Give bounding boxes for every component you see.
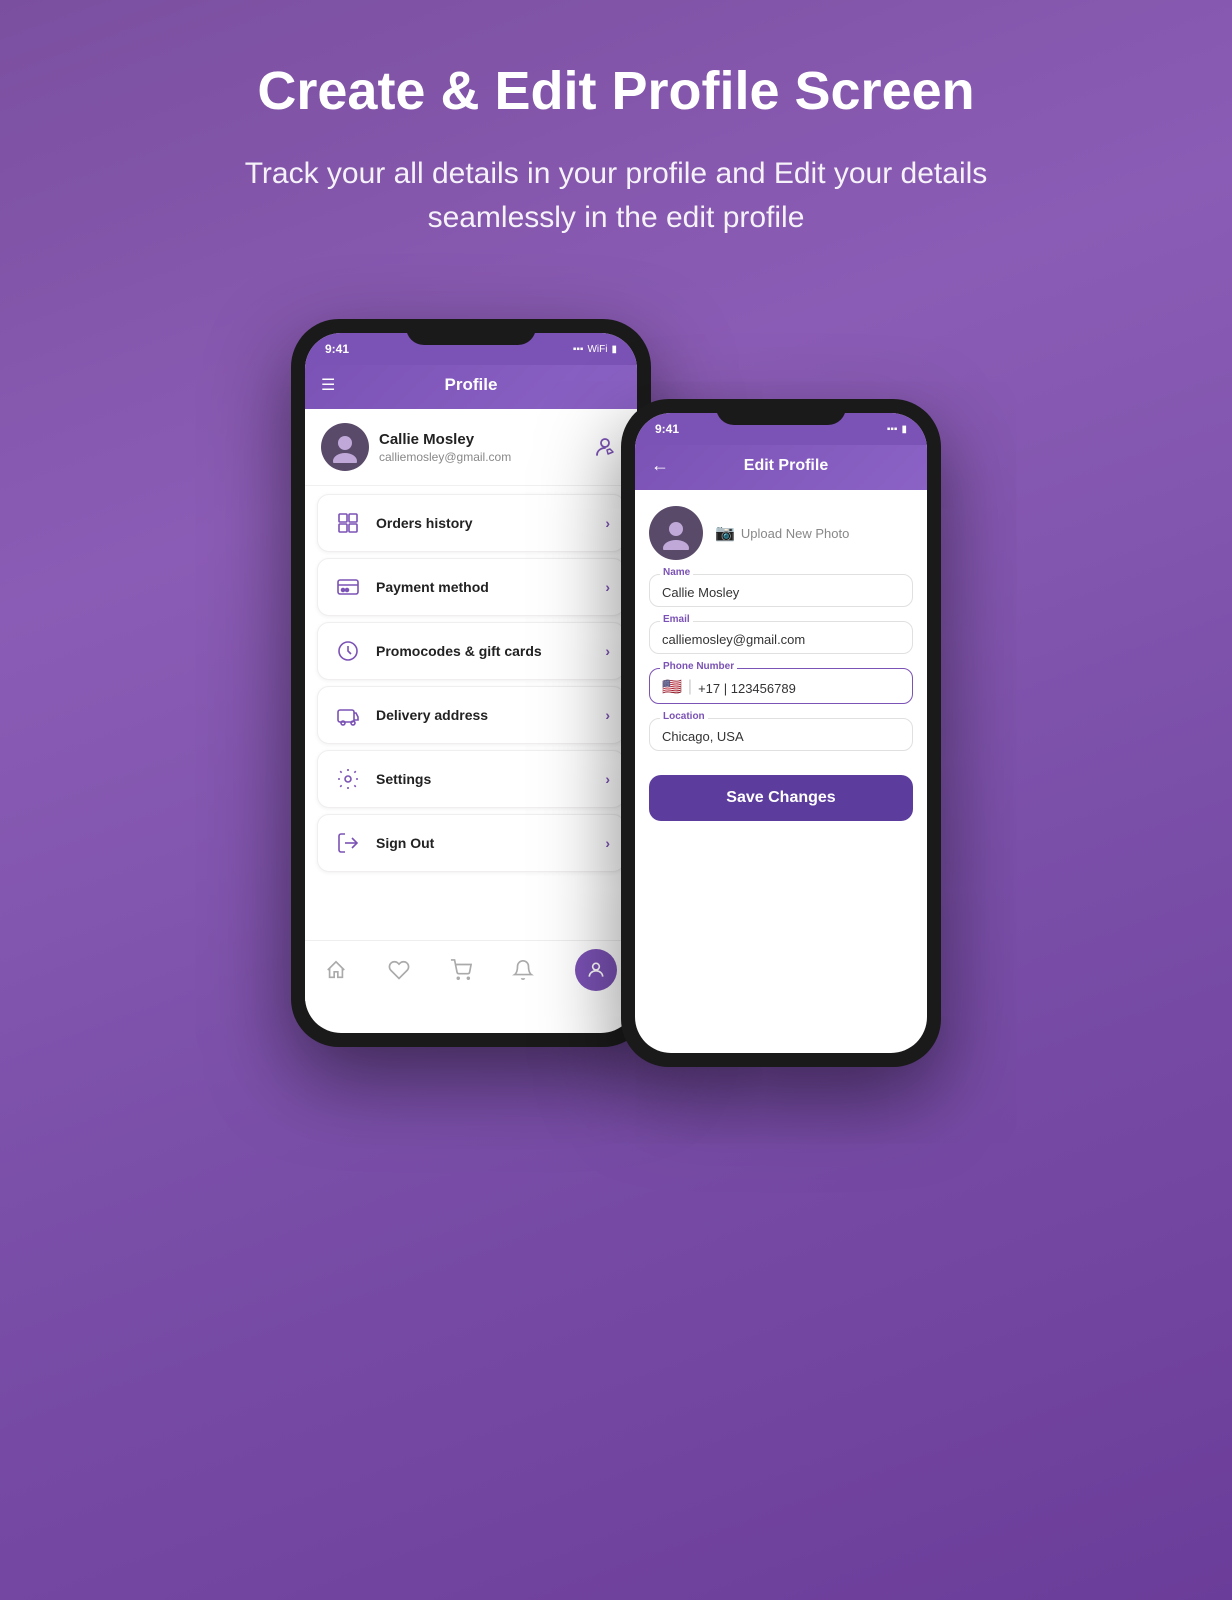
nav-notifications[interactable] <box>512 959 534 981</box>
email-field[interactable]: Email calliemosley@gmail.com <box>649 621 913 654</box>
phone-field-row: 🇺🇸 | +17 | 123456789 <box>662 677 900 697</box>
menu-item-signout[interactable]: Sign Out › <box>317 814 625 872</box>
phone-1-screen: 9:41 ▪▪▪ WiFi ▮ ☰ Profile <box>305 333 637 1033</box>
camera-icon: 📷 <box>715 523 735 543</box>
nav-profile-wrap <box>575 949 617 991</box>
status-icons-1: ▪▪▪ WiFi ▮ <box>573 344 617 355</box>
orders-label: Orders history <box>376 515 472 531</box>
promocodes-icon <box>332 635 364 667</box>
location-field-label: Location <box>660 711 708 722</box>
orders-icon <box>332 507 364 539</box>
phone-2: 9:41 ▪▪▪ ▮ ← Edit Profile <box>621 399 941 1067</box>
profile-left: Callie Mosley calliemosley@gmail.com <box>321 423 511 471</box>
settings-icon <box>332 763 364 795</box>
signout-chevron: › <box>605 835 610 851</box>
phones-container: 9:41 ▪▪▪ WiFi ▮ ☰ Profile <box>291 319 941 1067</box>
phone-field-label: Phone Number <box>660 661 737 672</box>
signal-icon: ▪▪▪ <box>573 344 584 355</box>
signal-icon-2: ▪▪▪ <box>887 424 898 435</box>
location-field[interactable]: Location Chicago, USA <box>649 718 913 751</box>
payment-chevron: › <box>605 579 610 595</box>
nav-favorites[interactable] <box>388 959 410 981</box>
promocodes-chevron: › <box>605 643 610 659</box>
app-header-1: ☰ Profile <box>305 365 637 409</box>
notch-1 <box>406 319 536 345</box>
delivery-icon <box>332 699 364 731</box>
name-field-label: Name <box>660 567 693 578</box>
flag-icon: 🇺🇸 <box>662 677 682 697</box>
photo-row: 📷 Upload New Photo <box>649 506 913 560</box>
email-field-value: calliemosley@gmail.com <box>662 630 900 647</box>
name-field[interactable]: Name Callie Mosley <box>649 574 913 607</box>
menu-item-payment[interactable]: Payment method › <box>317 558 625 616</box>
edit-profile-icon[interactable] <box>589 431 621 463</box>
menu-item-orders[interactable]: Orders history › <box>317 494 625 552</box>
save-changes-button[interactable]: Save Changes <box>649 775 913 821</box>
edit-header: ← Edit Profile <box>635 445 927 490</box>
profile-info: Callie Mosley calliemosley@gmail.com <box>379 431 511 464</box>
menu-item-promocodes[interactable]: Promocodes & gift cards › <box>317 622 625 680</box>
edit-body: 📷 Upload New Photo Name Callie Mosley Em… <box>635 490 927 837</box>
settings-label: Settings <box>376 771 431 787</box>
avatar <box>321 423 369 471</box>
page-title: Create & Edit Profile Screen <box>257 60 974 122</box>
phone-2-screen: 9:41 ▪▪▪ ▮ ← Edit Profile <box>635 413 927 1053</box>
location-field-value: Chicago, USA <box>662 727 900 744</box>
name-field-value: Callie Mosley <box>662 583 900 600</box>
upload-photo-button[interactable]: 📷 Upload New Photo <box>715 523 849 543</box>
page-subtitle: Track your all details in your profile a… <box>226 152 1006 239</box>
nav-cart[interactable] <box>450 959 472 981</box>
bottom-nav <box>305 940 637 1001</box>
phone-divider: | <box>688 678 692 696</box>
battery-icon: ▮ <box>611 344 617 355</box>
status-time-2: 9:41 <box>655 422 679 436</box>
status-time-1: 9:41 <box>325 342 349 356</box>
notch-2 <box>716 399 846 425</box>
battery-icon-2: ▮ <box>901 424 907 435</box>
signout-label: Sign Out <box>376 835 434 851</box>
orders-chevron: › <box>605 515 610 531</box>
menu-icon[interactable]: ☰ <box>321 375 335 395</box>
profile-header-title: Profile <box>445 375 498 395</box>
email-field-label: Email <box>660 614 693 625</box>
status-icons-2: ▪▪▪ ▮ <box>887 424 907 435</box>
phone-field[interactable]: Phone Number 🇺🇸 | +17 | 123456789 <box>649 668 913 704</box>
delivery-label: Delivery address <box>376 707 488 723</box>
nav-home[interactable] <box>325 959 347 981</box>
payment-label: Payment method <box>376 579 489 595</box>
profile-name: Callie Mosley <box>379 431 511 448</box>
wifi-icon: WiFi <box>587 344 607 355</box>
payment-icon <box>332 571 364 603</box>
avatar-edit <box>649 506 703 560</box>
edit-header-title: Edit Profile <box>679 457 893 475</box>
nav-profile[interactable] <box>575 949 617 991</box>
menu-list: Orders history › <box>305 486 637 880</box>
phone-field-value: +17 | 123456789 <box>698 679 796 696</box>
phone-1: 9:41 ▪▪▪ WiFi ▮ ☰ Profile <box>291 319 651 1047</box>
back-button[interactable]: ← <box>651 455 669 476</box>
promocodes-label: Promocodes & gift cards <box>376 643 542 659</box>
profile-section: Callie Mosley calliemosley@gmail.com <box>305 409 637 486</box>
menu-item-delivery[interactable]: Delivery address › <box>317 686 625 744</box>
menu-item-settings[interactable]: Settings › <box>317 750 625 808</box>
signout-icon <box>332 827 364 859</box>
upload-label-text: Upload New Photo <box>741 526 849 541</box>
delivery-chevron: › <box>605 707 610 723</box>
settings-chevron: › <box>605 771 610 787</box>
profile-email: calliemosley@gmail.com <box>379 450 511 464</box>
